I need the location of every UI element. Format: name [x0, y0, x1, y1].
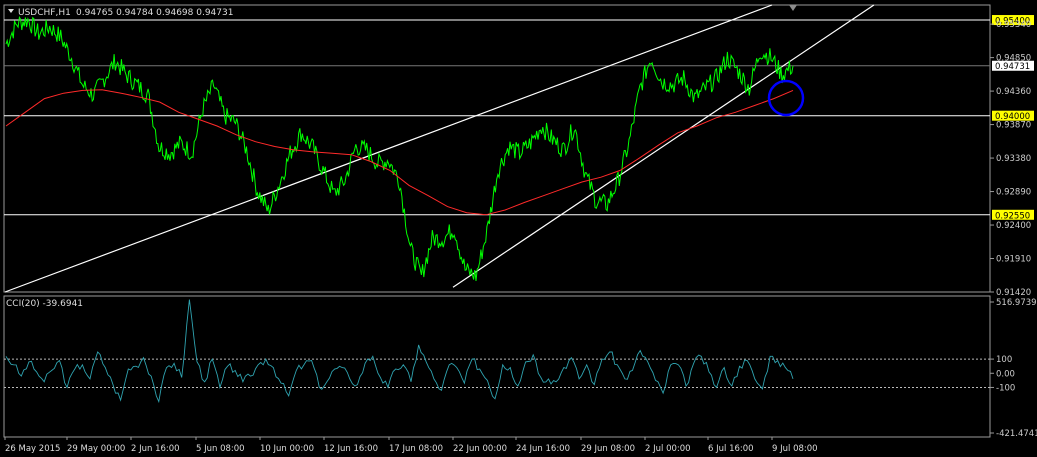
- time-tick-label: 26 May 2015: [5, 444, 60, 454]
- price-tick-label: 0.91420: [996, 288, 1031, 298]
- time-tick-label: 9 Jul 08:00: [772, 444, 818, 454]
- price-line: [5, 15, 794, 282]
- price-tick-label: 0.93380: [996, 154, 1031, 164]
- time-tick-label: 17 Jun 08:00: [389, 444, 443, 454]
- time-tick-label: 2 Jun 16:00: [131, 444, 180, 454]
- time-tick-label: 24 Jun 16:00: [516, 444, 570, 454]
- main-panel-border: [3, 4, 991, 293]
- level-price-label: 0.92550: [995, 211, 1030, 221]
- channel-line-upper[interactable]: [4, 4, 773, 293]
- time-tick-label: 29 Jun 08:00: [581, 444, 635, 454]
- cci-tick-label: -100: [996, 383, 1015, 393]
- symbol-label: USDCHF,H1: [18, 8, 71, 18]
- price-tick-label: 0.92400: [996, 221, 1031, 231]
- time-tick-label: 22 Jun 00:00: [453, 444, 507, 454]
- time-tick-label: 10 Jun 00:00: [260, 444, 314, 454]
- price-tick-label: 0.93870: [996, 121, 1031, 131]
- time-tick-label: 29 May 00:00: [67, 444, 125, 454]
- price-chart-window[interactable]: 0.954000.940000.925500.94731 0.953400.94…: [0, 0, 1037, 457]
- current-price-label: 0.94731: [995, 62, 1030, 72]
- price-tick-label: 0.94360: [996, 87, 1031, 97]
- time-axis: 26 May 2015 29 May 00:00 2 Jun 16:00 5 Jun …: [4, 437, 818, 454]
- cci-tick-label: 516.9739: [996, 298, 1037, 308]
- cci-label: CCI(20) -39.6941: [6, 299, 83, 309]
- collapse-arrow-icon[interactable]: [8, 9, 14, 13]
- cci-tick-label: 0.00: [996, 369, 1015, 379]
- price-axis: 0.95340 0.94850 0.94360 0.93870 0.93380 0.928…: [990, 20, 1031, 298]
- time-tick-label: 5 Jun 08:00: [196, 444, 245, 454]
- price-series: [5, 15, 794, 282]
- price-tick-label: 0.92890: [996, 188, 1031, 198]
- chart-frame: [3, 4, 991, 438]
- horizontal-levels[interactable]: 0.954000.940000.925500.94731: [4, 15, 1034, 221]
- cci-axis: 516.9739 100 0.00 -100 -421.4741: [990, 298, 1037, 439]
- indicator-panel-border: [3, 295, 991, 438]
- time-tick-label: 12 Jun 16:00: [324, 444, 378, 454]
- time-tick-label: 6 Jul 16:00: [708, 444, 754, 454]
- price-tick-label: 0.91910: [996, 255, 1031, 265]
- price-tick-label: 0.95340: [996, 20, 1031, 30]
- time-tick-label: 2 Jul 00:00: [645, 444, 691, 454]
- cci-tick-label: 100: [996, 355, 1012, 365]
- moving-average-series: [5, 89, 794, 216]
- cci-tick-label: -421.4741: [996, 429, 1037, 439]
- cci-header: CCI(20) -39.6941: [6, 299, 83, 309]
- moving-average-line: [5, 89, 794, 216]
- trend-channels[interactable]: [4, 4, 875, 293]
- ohlc-readout: 0.94765 0.94784 0.94698 0.94731: [76, 8, 233, 18]
- price-tick-label: 0.94850: [996, 54, 1031, 64]
- cci-line: [5, 299, 794, 404]
- cci-series: [4, 299, 990, 404]
- shift-marker-icon[interactable]: [789, 5, 797, 11]
- chart-header: USDCHF,H1 0.94765 0.94784 0.94698 0.9473…: [8, 5, 797, 18]
